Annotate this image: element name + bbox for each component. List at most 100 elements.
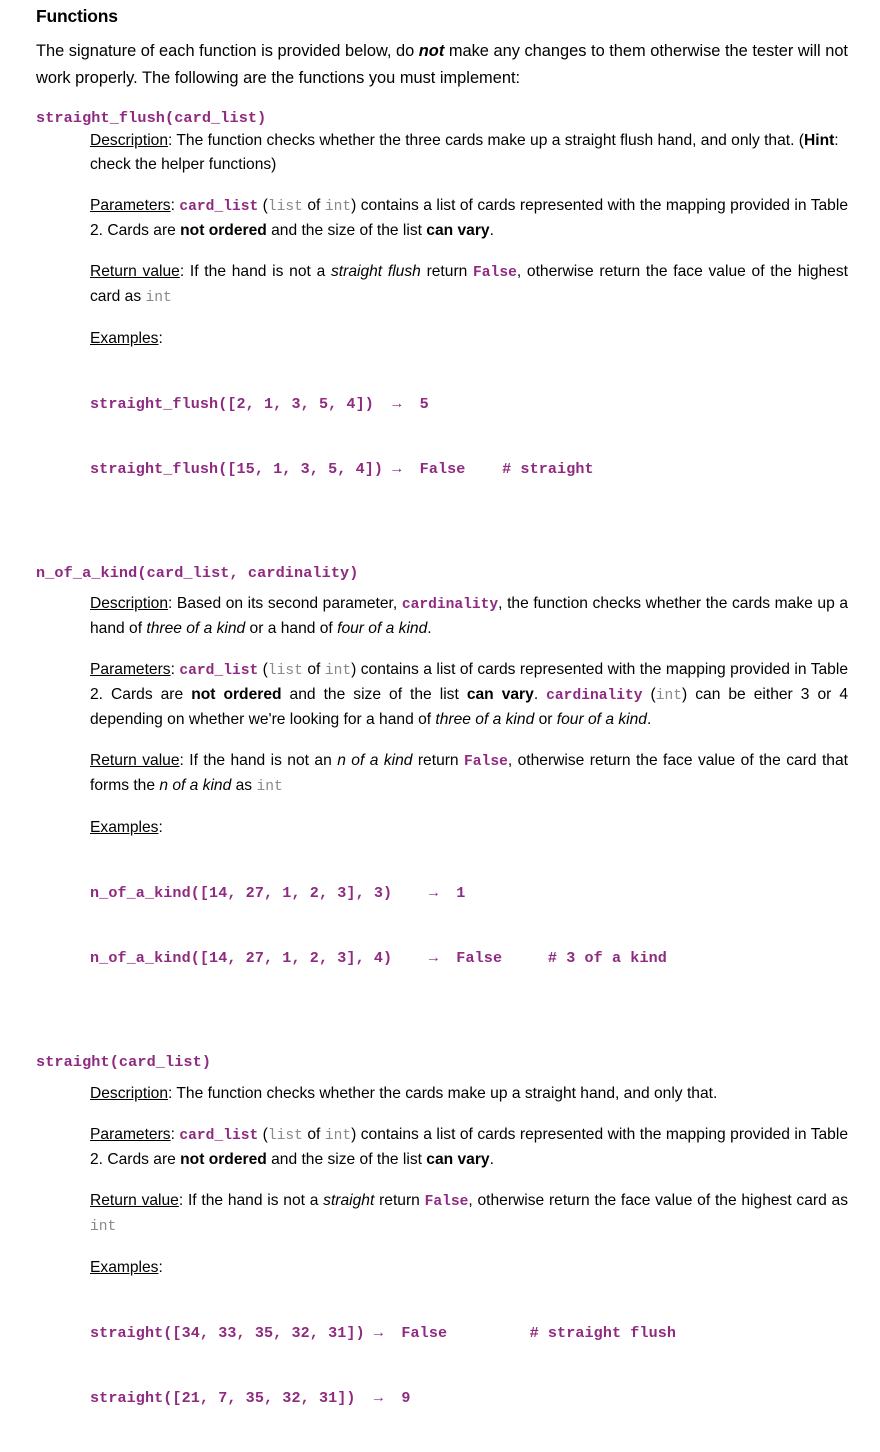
return-type-int-3: int (90, 1219, 117, 1235)
function-body-straight-flush: Description: The function checks whether… (0, 129, 880, 523)
param-card-list-code: card_list (179, 199, 259, 215)
return-mid-3: return (374, 1192, 425, 1209)
function-body-n-of-a-kind: Description: Based on its second paramet… (0, 582, 880, 1012)
return-false-code-2: False (464, 754, 508, 770)
params-type-open-2: ( (642, 686, 656, 703)
type-of-3: of (302, 1126, 325, 1143)
param-cardinality-code: cardinality (546, 688, 643, 704)
description-label: Description (90, 132, 168, 149)
examples-label: Examples (90, 1259, 159, 1276)
colon-5: : (170, 1126, 175, 1143)
return-mid-1: return (420, 263, 474, 280)
function-block-n-of-a-kind: n_of_a_kind(card_list, cardinality) Desc… (0, 564, 880, 1012)
can-vary-bold: can vary (426, 1151, 490, 1168)
return-post2-2: as (231, 777, 257, 794)
params-italic-three-of-a-kind: three of a kind (435, 711, 535, 728)
function-signature-straight: straight(card_list) (36, 1053, 212, 1071)
type-list: list (267, 1128, 303, 1144)
return-pre-1: : If the hand is not a (179, 263, 331, 280)
return-type-int-1: int (145, 290, 172, 306)
type-int-cardinality: int (655, 688, 683, 704)
description-straight-flush: Description: The function checks whether… (90, 129, 848, 177)
example-row: straight_flush([15, 1, 3, 5, 4]) → False… (90, 459, 594, 478)
colon-1: : (170, 197, 175, 214)
params-open-2: ( (258, 661, 268, 678)
return-italic-straight: straight (323, 1192, 375, 1209)
return-mid-2: return (412, 752, 465, 769)
and-size-text: and the size of the list (266, 222, 427, 239)
colon-2: : (158, 330, 163, 347)
return-value-straight-flush: Return value: If the hand is not a strai… (90, 260, 848, 310)
param-card-list-code: card_list (179, 1128, 259, 1144)
parameters-label: Parameters (90, 661, 171, 678)
parameters-straight: Parameters: card_list (list of int) cont… (90, 1123, 848, 1172)
parameters-label: Parameters (90, 1126, 171, 1143)
params-tail-pre: . (533, 686, 547, 703)
document-page: Functions The signature of each function… (0, 0, 880, 1407)
example-row: n_of_a_kind([14, 27, 1, 2, 3], 3) → 1 (90, 884, 466, 902)
return-value-straight: Return value: If the hand is not a strai… (90, 1189, 848, 1239)
not-ordered-bold: not ordered (180, 222, 267, 239)
type-of: of (302, 197, 325, 214)
return-italic-n-of-a-kind: n of a kind (337, 752, 413, 769)
return-italic-1: straight flush (331, 263, 421, 280)
desc-mid2-2: or a hand of (245, 620, 338, 637)
parameters-straight-flush: Parameters: card_list (list of int) cont… (90, 194, 848, 243)
function-signature-straight-flush: straight_flush(card_list) (36, 109, 267, 127)
type-list: list (267, 663, 303, 679)
return-pre-2: : If the hand is not an (179, 752, 338, 769)
example-row: straight([21, 7, 35, 32, 31]) → 9 (90, 1388, 411, 1407)
return-post-3: , otherwise return the face value of the… (468, 1192, 848, 1209)
examples-label-straight-flush: Examples: (90, 327, 848, 351)
examples-code-straight-flush: straight_flush([2, 1, 3, 5, 4]) → 5 stra… (90, 351, 848, 523)
colon-6: : (158, 1259, 163, 1276)
params-open-3: ( (258, 1126, 268, 1143)
period-3: . (489, 1151, 494, 1168)
parameters-label: Parameters (90, 197, 171, 214)
colon-3: : (170, 661, 175, 678)
return-false-code-3: False (424, 1194, 469, 1210)
type-int: int (324, 1128, 352, 1144)
intro-emphasis-not: not (418, 42, 445, 60)
not-ordered-bold: not ordered (191, 686, 282, 703)
examples-label-straight: Examples: (90, 1256, 848, 1280)
return-value-n-of-a-kind: Return value: If the hand is not an n of… (90, 749, 848, 799)
period-1: . (489, 222, 494, 239)
example-row: n_of_a_kind([14, 27, 1, 2, 3], 4) → Fals… (90, 948, 667, 967)
description-label: Description (90, 595, 168, 612)
not-ordered-bold: not ordered (180, 1151, 267, 1168)
can-vary-bold: can vary (426, 222, 490, 239)
description-text-1: : The function checks whether the three … (168, 132, 804, 149)
params-italic-four-of-a-kind: four of a kind (556, 711, 647, 728)
intro-paragraph: The signature of each function is provid… (0, 27, 880, 92)
example-row: straight([34, 33, 35, 32, 31]) → False #… (90, 1324, 677, 1342)
desc-italic-three-of-a-kind: three of a kind (146, 620, 246, 637)
function-block-straight-flush: straight_flush(card_list) Description: T… (0, 109, 880, 523)
can-vary-bold: can vary (466, 686, 534, 703)
return-value-label: Return value (90, 1192, 179, 1209)
function-body-straight: Description: The function checks whether… (0, 1071, 880, 1452)
params-tail-mid: or (534, 711, 557, 728)
param-card-list-code: card_list (179, 663, 259, 679)
desc-post-2: . (427, 620, 432, 637)
page-title: Functions (36, 6, 118, 26)
desc-pre-2: : Based on its second parameter, (168, 595, 402, 612)
examples-code-straight: straight([34, 33, 35, 32, 31]) → False #… (90, 1280, 848, 1452)
examples-code-n-of-a-kind: n_of_a_kind([14, 27, 1, 2, 3], 3) → 1 n_… (90, 840, 848, 1012)
and-size-text-3: and the size of the list (266, 1151, 427, 1168)
type-int: int (324, 663, 352, 679)
examples-label-n-of-a-kind: Examples: (90, 816, 848, 840)
colon-4: : (158, 819, 163, 836)
intro-text-part1: The signature of each function is provid… (36, 42, 419, 60)
example-row: straight_flush([2, 1, 3, 5, 4]) → 5 (90, 395, 429, 413)
hint-label: Hint (803, 132, 835, 149)
